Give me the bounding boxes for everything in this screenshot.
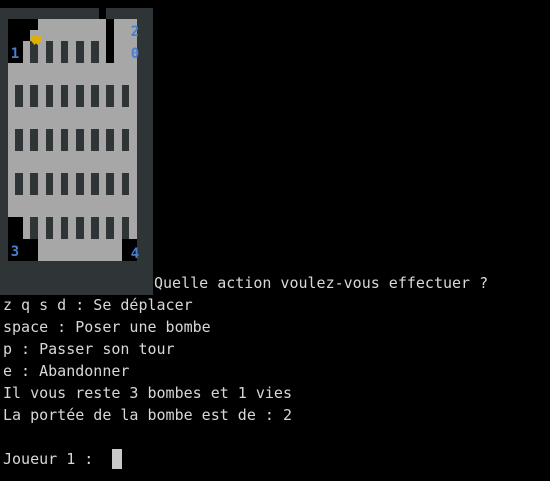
- bombs-lives-status: Il vous reste 3 bombes et 1 vies: [3, 384, 292, 402]
- game-board: 1 2 0 3 4 ♥♥: [0, 8, 153, 295]
- wall-tile: [144, 206, 153, 218]
- player-marker-1: 1: [10, 46, 20, 62]
- wall-tile: [144, 8, 153, 20]
- text-input-cursor[interactable]: [112, 449, 122, 469]
- wall-tile: [144, 19, 153, 31]
- wall-tile: [144, 63, 153, 75]
- wall-tile: [144, 107, 153, 119]
- player-marker-3: 3: [10, 244, 20, 260]
- wall-tile: [144, 250, 153, 262]
- player-input-prompt: Joueur 1 :: [3, 450, 103, 468]
- wall-tile: [144, 85, 153, 97]
- wall-tile: [144, 41, 153, 53]
- controls-pass-line: p : Passer son tour: [3, 340, 175, 358]
- wall-tile: [144, 151, 153, 163]
- player-marker-4: 4: [130, 246, 140, 262]
- wall-tile: [144, 195, 153, 207]
- wall-tile: [144, 217, 153, 229]
- player-marker-2: 2: [130, 24, 140, 40]
- wall-tile: [144, 30, 153, 42]
- wall-tile: [144, 129, 153, 141]
- wall-tile: [144, 228, 153, 240]
- wall-tile: [144, 239, 153, 251]
- wall-tile: [144, 283, 153, 295]
- wall-tile: [144, 173, 153, 185]
- controls-quit-line: e : Abandonner: [3, 362, 130, 380]
- wall-tile: [144, 261, 153, 273]
- controls-bomb-line: space : Poser une bombe: [3, 318, 211, 336]
- bomb-range-status: La portée de la bombe est de : 2: [3, 406, 292, 424]
- wall-tile: [144, 184, 153, 196]
- player-marker-0: 0: [130, 46, 140, 62]
- wall-tile: [144, 140, 153, 152]
- wall-tile: [144, 52, 153, 64]
- wall-tile: [144, 162, 153, 174]
- wall-tile: [144, 118, 153, 130]
- wall-tile: [144, 74, 153, 86]
- action-question: Quelle action voulez-vous effectuer ?: [154, 274, 489, 292]
- controls-move-line: z q s d : Se déplacer: [3, 296, 193, 314]
- wall-tile: [144, 96, 153, 108]
- wall-tile: [144, 272, 153, 284]
- heart-icon: ♥♥: [30, 32, 42, 50]
- terminal-window: 1 2 0 3 4 ♥♥ Quelle action voulez-vous effect…: [0, 0, 550, 481]
